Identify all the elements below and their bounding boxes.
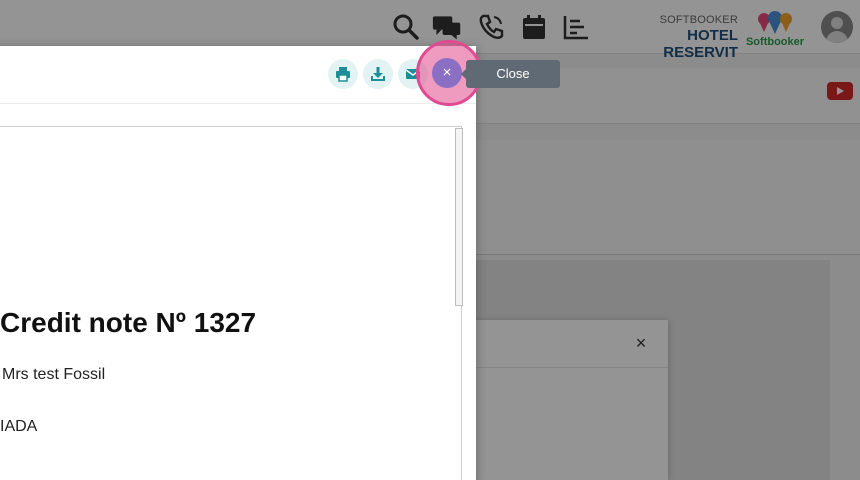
customer-address: IADA bbox=[0, 418, 38, 435]
print-button[interactable] bbox=[328, 59, 358, 89]
credit-note-title: Credit note Nº 1327 bbox=[0, 307, 257, 338]
document-preview bbox=[0, 126, 462, 480]
close-icon[interactable]: × bbox=[432, 58, 462, 88]
credit-note-preview-modal: Credit note Nº 1327 Mrs test Fossil IADA bbox=[0, 46, 476, 480]
close-tooltip: Close bbox=[461, 60, 560, 88]
document-scrollbar[interactable] bbox=[455, 128, 463, 306]
modal-header bbox=[0, 46, 476, 104]
download-button[interactable] bbox=[363, 59, 393, 89]
customer-name: Mrs test Fossil bbox=[2, 366, 106, 383]
print-icon bbox=[336, 67, 350, 82]
download-icon bbox=[371, 67, 385, 81]
